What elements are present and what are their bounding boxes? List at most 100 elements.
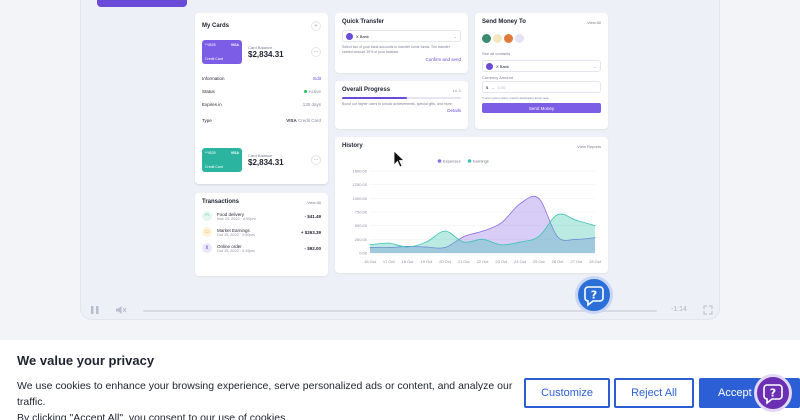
amount-placeholder: 0.00 xyxy=(497,84,506,90)
y-tick-label: 1250.00 xyxy=(353,182,368,187)
avatar[interactable] xyxy=(515,34,524,43)
bank-select[interactable]: X Bank ⌄ xyxy=(342,30,461,42)
cookie-banner: We value your privacy We use cookies to … xyxy=(0,340,800,420)
send-bank-select[interactable]: X Bank ⌄ xyxy=(482,60,601,72)
history-card: History View Reports 1500.00 1250.00 1000.… xyxy=(335,137,608,273)
legend-label: Earnings xyxy=(473,159,489,164)
avatar[interactable] xyxy=(504,34,513,43)
chat-help-button[interactable]: ? xyxy=(754,374,792,412)
bank-icon xyxy=(346,32,353,40)
data-point-earnings xyxy=(444,230,446,232)
y-tick-label: 0.00 xyxy=(359,251,368,256)
credit-card-visual-2[interactable]: **4528 VISA Credit Card xyxy=(202,148,242,172)
x-tick-label: 22 Oct xyxy=(477,259,490,264)
data-point-expenses xyxy=(482,230,483,232)
data-point-expenses xyxy=(500,222,502,224)
avatar[interactable] xyxy=(493,34,502,43)
video-scrubber[interactable] xyxy=(143,310,657,312)
send-money-view-all[interactable]: View All xyxy=(587,20,601,25)
x-tick-label: 27 Oct xyxy=(570,259,583,264)
transactions-card: Transactions View All ◠ Food delivery Nov … xyxy=(195,193,328,276)
transaction-date: Oct 15, 2022 · 2:15pm xyxy=(217,248,255,253)
progress-level: Lv. 1 xyxy=(452,87,461,93)
progress-fill xyxy=(342,97,408,99)
type-value: Credit Card xyxy=(297,118,321,123)
mouse-cursor-icon xyxy=(393,150,405,168)
see-all-contacts[interactable]: See all contacts xyxy=(482,51,601,56)
amount-input[interactable]: $ ⌄ 0.00 xyxy=(482,81,601,93)
fullscreen-icon[interactable] xyxy=(703,305,713,315)
info-title: Information xyxy=(202,76,225,81)
data-point-expenses xyxy=(463,236,465,238)
currency-select[interactable]: $ xyxy=(486,85,488,90)
overall-progress-desc: Boost our higher users to unlock achieve… xyxy=(342,101,453,106)
info-edit-link[interactable]: Edit xyxy=(313,76,321,81)
transaction-row[interactable]: ◠ Food delivery Nov 24, 2022 · 4:00pm - $41… xyxy=(202,211,321,221)
card-menu-button[interactable]: ··· xyxy=(311,47,321,57)
transactions-view-all[interactable]: View All xyxy=(307,200,321,205)
quick-transfer-desc: Select two of your bank accounts to tran… xyxy=(342,45,450,54)
overall-progress-card: Overall Progress Lv. 1 Boost our higher … xyxy=(335,81,468,129)
header-accent-tab xyxy=(97,0,187,7)
view-reports-link[interactable]: View Reports xyxy=(577,144,601,149)
history-chart: 1500.00 1250.00 1000.00 750.00 500.00 250.00 0… xyxy=(353,159,601,265)
send-money-title: Send Money To xyxy=(482,19,526,25)
data-point-earnings xyxy=(519,241,521,243)
card-number: **4528 xyxy=(205,43,216,47)
type-brand: VISA xyxy=(286,118,297,123)
svg-text:?: ? xyxy=(591,289,597,302)
transaction-amount: - $41.49 xyxy=(304,213,321,219)
cookie-message-line2: By clicking "Accept All", you consent to… xyxy=(17,412,289,420)
card-brand: VISA xyxy=(230,151,239,155)
data-point-earnings xyxy=(538,236,540,238)
customize-button[interactable]: Customize xyxy=(524,378,610,408)
currency-label: Currency xyxy=(482,75,499,80)
card-menu-button[interactable]: ··· xyxy=(311,155,321,165)
data-point-earnings xyxy=(463,241,465,243)
data-point-earnings xyxy=(594,225,596,227)
question-mark-icon: ? xyxy=(584,286,604,307)
card-number: **4528 xyxy=(205,151,216,155)
add-card-button[interactable]: + xyxy=(311,21,321,31)
y-tick-label: 1000.00 xyxy=(353,196,368,201)
data-point-earnings xyxy=(482,238,483,240)
expires-label: Expires in xyxy=(202,102,222,107)
type-label: Type xyxy=(202,118,212,123)
data-point-earnings xyxy=(425,241,427,243)
help-button[interactable]: ? xyxy=(575,276,613,314)
x-tick-label: 19 Oct xyxy=(420,259,433,264)
x-tick-label: 24 Oct xyxy=(514,259,527,264)
transaction-amount: - $92.00 xyxy=(304,245,321,251)
transactions-title: Transactions xyxy=(202,199,240,205)
x-tick-label: 17 Oct xyxy=(383,259,396,264)
progress-details-link[interactable]: Details xyxy=(342,108,461,113)
x-tick-label: 28 Oct xyxy=(589,259,601,264)
send-bank-value: X Bank xyxy=(496,63,509,69)
pause-icon[interactable] xyxy=(90,305,100,315)
video-frame: My Cards + **4528 VISA Credit Card Card … xyxy=(80,0,720,320)
legend-label: Expenses xyxy=(443,159,461,164)
transaction-date: Oct 15, 2022 · 2:00pm xyxy=(217,232,255,237)
transaction-row[interactable]: ⊻ Online order Oct 15, 2022 · 2:15pm - $92.… xyxy=(202,243,321,253)
wifi-icon: ◠ xyxy=(202,211,212,221)
cart-icon: ⊻ xyxy=(202,243,212,253)
legend-swatch xyxy=(467,159,472,163)
reject-all-button[interactable]: Reject All xyxy=(614,378,694,408)
x-tick-label: 26 Oct xyxy=(552,259,565,264)
status-value: Active xyxy=(308,89,321,94)
video-time-remaining: -1:14 xyxy=(671,306,687,313)
y-tick-label: 1500.00 xyxy=(353,169,368,174)
send-money-button[interactable]: Send Money xyxy=(482,103,601,113)
history-title: History xyxy=(342,143,363,149)
legend-swatch xyxy=(437,159,442,163)
send-money-note: *Lorem ipsum dolor, mauris destination i… xyxy=(482,96,549,100)
confirm-send-link[interactable]: Confirm and send xyxy=(342,57,461,62)
x-tick-label: 23 Oct xyxy=(495,259,508,264)
transaction-amount: + $263.39 xyxy=(300,229,321,235)
transaction-row[interactable]: ▭ Market Earnings Oct 15, 2022 · 2:00pm + $… xyxy=(202,227,321,237)
credit-card-visual[interactable]: **4528 VISA Credit Card xyxy=(202,40,242,64)
mute-icon[interactable] xyxy=(115,305,127,315)
data-point-expenses xyxy=(519,203,521,205)
avatar[interactable] xyxy=(482,34,491,43)
svg-text:?: ? xyxy=(770,387,776,400)
